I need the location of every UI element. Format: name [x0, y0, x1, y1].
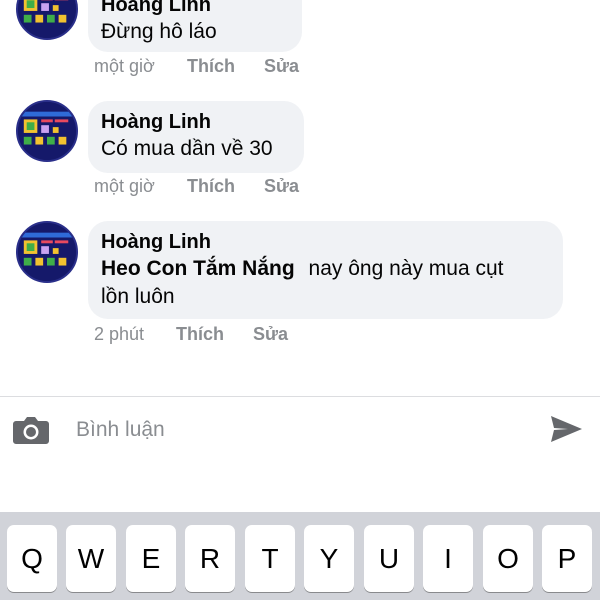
- key-i[interactable]: I: [423, 525, 473, 592]
- keyboard: Q W E R T Y U I O P: [0, 512, 600, 600]
- comment-author[interactable]: Hoàng Linh: [101, 229, 549, 255]
- like-button[interactable]: Thích: [187, 176, 264, 197]
- comment-bubble[interactable]: Hoàng Linh Heo Con Tắm Nắng nay ông này …: [88, 221, 563, 319]
- key-p[interactable]: P: [542, 525, 592, 592]
- comment-time: 2 phút: [94, 324, 145, 344]
- like-button[interactable]: Thích: [187, 56, 264, 77]
- comment-text: Có mua dần về 30: [101, 137, 273, 160]
- comment-bubble[interactable]: Hoàng Linh Có mua dần về 30: [88, 101, 304, 173]
- avatar-image: [18, 223, 76, 281]
- comment-time: một giờ: [94, 56, 155, 76]
- comment-input[interactable]: [76, 415, 516, 445]
- comment-composer: [0, 397, 600, 465]
- send-icon[interactable]: [548, 413, 584, 445]
- avatar[interactable]: [16, 221, 78, 283]
- comment-actions: một giờ Thích Sửa: [94, 56, 299, 77]
- comment-bubble[interactable]: Hoàng Linh Đừng hô láo: [88, 0, 302, 52]
- comment-author[interactable]: Hoàng Linh: [101, 0, 288, 18]
- comment-time: một giờ: [94, 176, 155, 196]
- edit-button[interactable]: Sửa: [253, 324, 288, 345]
- key-w[interactable]: W: [66, 525, 116, 592]
- edit-button[interactable]: Sửa: [264, 176, 299, 197]
- avatar-image: [18, 0, 76, 38]
- like-button[interactable]: Thích: [176, 324, 253, 345]
- mention-link[interactable]: Heo Con Tắm Nắng: [101, 257, 295, 280]
- comment-text-line1: nay ông này mua cụt: [308, 257, 504, 280]
- camera-icon[interactable]: [12, 414, 50, 446]
- key-u[interactable]: U: [364, 525, 414, 592]
- key-q[interactable]: Q: [7, 525, 57, 592]
- comment-text: Heo Con Tắm Nắng nay ông này mua cụt: [101, 255, 549, 283]
- comment-author[interactable]: Hoàng Linh: [101, 109, 290, 135]
- comment-actions: 2 phút Thích Sửa: [94, 324, 288, 345]
- key-e[interactable]: E: [126, 525, 176, 592]
- key-o[interactable]: O: [483, 525, 533, 592]
- key-y[interactable]: Y: [304, 525, 354, 592]
- avatar[interactable]: [16, 0, 78, 40]
- avatar-image: [18, 102, 76, 160]
- comment-text: Đừng hô láo: [101, 20, 217, 43]
- key-r[interactable]: R: [185, 525, 235, 592]
- key-t[interactable]: T: [245, 525, 295, 592]
- comment-actions: một giờ Thích Sửa: [94, 176, 299, 197]
- comment-text-line2: lồn luôn: [101, 285, 175, 308]
- avatar[interactable]: [16, 100, 78, 162]
- edit-button[interactable]: Sửa: [264, 56, 299, 77]
